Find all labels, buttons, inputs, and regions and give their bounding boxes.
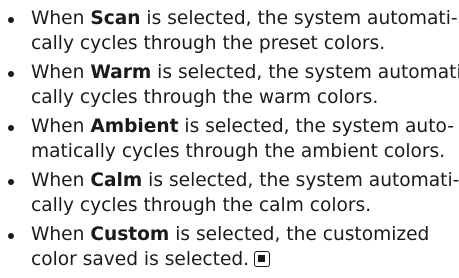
list-item-ambient: When Ambient is selected, the system aut… — [0, 114, 459, 164]
item-line-1: When Custom is selected, the customized — [31, 222, 459, 247]
bullet-icon — [8, 233, 14, 239]
item-text: When — [31, 170, 91, 191]
item-text: is selected, the system auto- — [178, 116, 454, 137]
item-line-2: cally cycles through the warm colors. — [31, 87, 379, 108]
item-text: When — [31, 116, 91, 137]
bullet-icon — [8, 17, 14, 23]
item-line-1: When Calm is selected, the system automa… — [31, 168, 459, 193]
item-line-1: When Ambient is selected, the system aut… — [31, 114, 459, 139]
bullet-list: When Scan is selected, the system automa… — [0, 6, 459, 276]
list-item-warm: When Warm is selected, the system automa… — [0, 60, 459, 110]
item-text: is selected, the system automati- — [151, 62, 459, 83]
item-keyword: Custom — [90, 224, 170, 245]
list-item-scan: When Scan is selected, the system automa… — [0, 6, 459, 56]
bullet-icon — [8, 71, 14, 77]
list-item-calm: When Calm is selected, the system automa… — [0, 168, 459, 218]
item-line-1: When Warm is selected, the system automa… — [31, 60, 459, 85]
bullet-icon — [8, 179, 14, 185]
item-text: is selected, the system automati- — [140, 8, 458, 29]
section-end-icon — [254, 251, 271, 267]
item-text: color saved is selected. — [31, 249, 250, 270]
item-line-2: color saved is selected. — [31, 247, 459, 272]
item-line-1: When Scan is selected, the system automa… — [31, 6, 459, 31]
item-keyword: Scan — [90, 8, 141, 29]
item-text: When — [31, 224, 91, 245]
item-keyword: Calm — [90, 170, 143, 191]
item-keyword: Ambient — [90, 116, 179, 137]
item-line-2: cally cycles through the preset colors. — [31, 33, 386, 54]
item-line-2: matically cycles through the ambient col… — [31, 141, 446, 162]
item-text: When — [31, 8, 91, 29]
item-text: is selected, the system automati- — [142, 170, 459, 191]
item-text: When — [31, 62, 91, 83]
bullet-icon — [8, 125, 14, 131]
item-text: is selected, the customized — [169, 224, 430, 245]
list-item-custom: When Custom is selected, the customized … — [0, 222, 459, 272]
item-line-2: cally cycles through the calm colors. — [31, 195, 372, 216]
item-keyword: Warm — [90, 62, 152, 83]
